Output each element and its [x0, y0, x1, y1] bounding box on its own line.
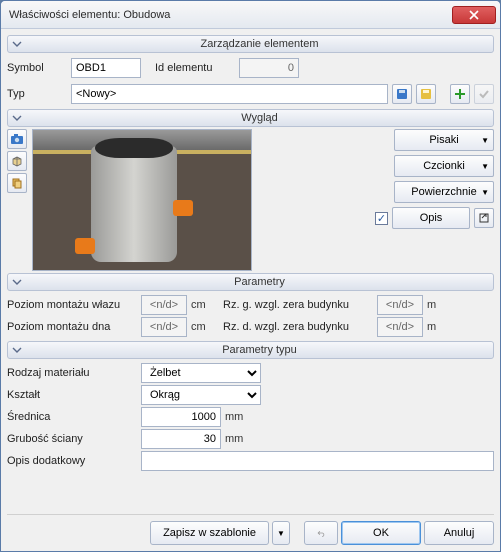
poziom-dna-label: Poziom montażu dna [7, 321, 137, 333]
cancel-button[interactable]: Anuluj [424, 521, 494, 545]
ok-label: OK [373, 527, 389, 539]
rz-g-input [377, 295, 423, 315]
unit-cm: cm [191, 321, 213, 333]
czcionki-label: Czcionki [423, 160, 465, 172]
camera-icon [10, 133, 24, 145]
copy-icon [11, 177, 23, 189]
undo-button[interactable] [304, 521, 338, 545]
opis-dod-label: Opis dodatkowy [7, 455, 137, 467]
unit-m: m [427, 299, 449, 311]
save-template-button[interactable]: Zapisz w szablonie [150, 521, 269, 545]
preview-image [32, 129, 252, 271]
close-icon [469, 10, 479, 20]
camera-button[interactable] [7, 129, 27, 149]
unit-m: m [427, 321, 449, 333]
powierzchnie-button[interactable]: Powierzchnie ▼ [394, 181, 494, 203]
typ-add-button[interactable] [450, 84, 470, 104]
copy-button[interactable] [7, 173, 27, 193]
id-label: Id elementu [155, 62, 235, 74]
unit-mm: mm [225, 433, 247, 445]
typ-combo[interactable] [71, 84, 388, 104]
opis-label: Opis [420, 212, 443, 224]
srednica-label: Średnica [7, 411, 137, 423]
chevron-down-icon [8, 275, 26, 289]
czcionki-button[interactable]: Czcionki ▼ [394, 155, 494, 177]
rz-d-label: Rz. d. wzgl. zera budynku [223, 321, 373, 333]
opis-checkbox[interactable]: ✓ [375, 212, 388, 225]
ok-button[interactable]: OK [341, 521, 421, 545]
titlebar: Właściwości elementu: Obudowa [1, 1, 500, 29]
opis-button[interactable]: Opis [392, 207, 470, 229]
ksztalt-select[interactable]: Okrąg [141, 385, 261, 405]
save-template-label: Zapisz w szablonie [163, 527, 256, 539]
pisaki-button[interactable]: Pisaki ▼ [394, 129, 494, 151]
section-header-manage[interactable]: Zarządzanie elementem [7, 35, 494, 53]
grubosc-input[interactable] [141, 429, 221, 449]
poziom-wlaz-input [141, 295, 187, 315]
section-header-params[interactable]: Parametry [7, 273, 494, 291]
chevron-down-icon: ▼ [481, 188, 489, 197]
close-button[interactable] [452, 6, 496, 24]
section-title-look: Wygląd [26, 112, 493, 124]
typ-import-button[interactable] [392, 84, 412, 104]
ksztalt-label: Kształt [7, 389, 137, 401]
opis-link-button[interactable] [474, 208, 494, 228]
srednica-input[interactable] [141, 407, 221, 427]
section-title-params: Parametry [26, 276, 493, 288]
window-title: Właściwości elementu: Obudowa [9, 9, 452, 21]
section-header-type-params[interactable]: Parametry typu [7, 341, 494, 359]
preview-toolbar [7, 129, 29, 271]
chevron-down-icon [8, 37, 26, 51]
chevron-down-icon [8, 111, 26, 125]
symbol-label: Symbol [7, 62, 67, 74]
typ-confirm-button [474, 84, 494, 104]
footer-bar: Zapisz w szablonie ▼ OK Anuluj [7, 514, 494, 547]
dialog-window: Właściwości elementu: Obudowa Zarządzani… [0, 0, 501, 552]
chevron-down-icon [8, 343, 26, 357]
link-icon [478, 212, 490, 224]
opis-dod-input[interactable] [141, 451, 494, 471]
check-icon [478, 88, 490, 100]
typ-label: Typ [7, 88, 67, 100]
chevron-down-icon: ▼ [481, 162, 489, 171]
section-title-type-params: Parametry typu [26, 344, 493, 356]
disk-yellow-icon [420, 88, 432, 100]
section-header-look[interactable]: Wygląd [7, 109, 494, 127]
material-select[interactable]: Żelbet [141, 363, 261, 383]
chevron-down-icon: ▼ [481, 136, 489, 145]
cancel-label: Anuluj [444, 527, 475, 539]
disk-blue-icon [396, 88, 408, 100]
check-icon: ✓ [377, 212, 386, 225]
cube-icon [11, 155, 23, 167]
unit-mm: mm [225, 411, 247, 423]
chevron-down-icon: ▼ [277, 529, 285, 538]
symbol-input[interactable] [71, 58, 141, 78]
view3d-button[interactable] [7, 151, 27, 171]
unit-cm: cm [191, 299, 213, 311]
rz-d-input [377, 317, 423, 337]
poziom-wlaz-label: Poziom montażu włazu [7, 299, 137, 311]
rz-g-label: Rz. g. wzgl. zera budynku [223, 299, 373, 311]
id-input [239, 58, 299, 78]
material-label: Rodzaj materiału [7, 367, 137, 379]
undo-icon [317, 527, 325, 539]
plus-icon [454, 88, 466, 100]
poziom-dna-input [141, 317, 187, 337]
dialog-content: Zarządzanie elementem Symbol Id elementu… [1, 29, 500, 551]
grubosc-label: Grubość ściany [7, 433, 137, 445]
pisaki-label: Pisaki [429, 134, 458, 146]
save-template-dropdown[interactable]: ▼ [272, 521, 290, 545]
powierzchnie-label: Powierzchnie [411, 186, 476, 198]
section-title-manage: Zarządzanie elementem [26, 38, 493, 50]
typ-export-button[interactable] [416, 84, 436, 104]
